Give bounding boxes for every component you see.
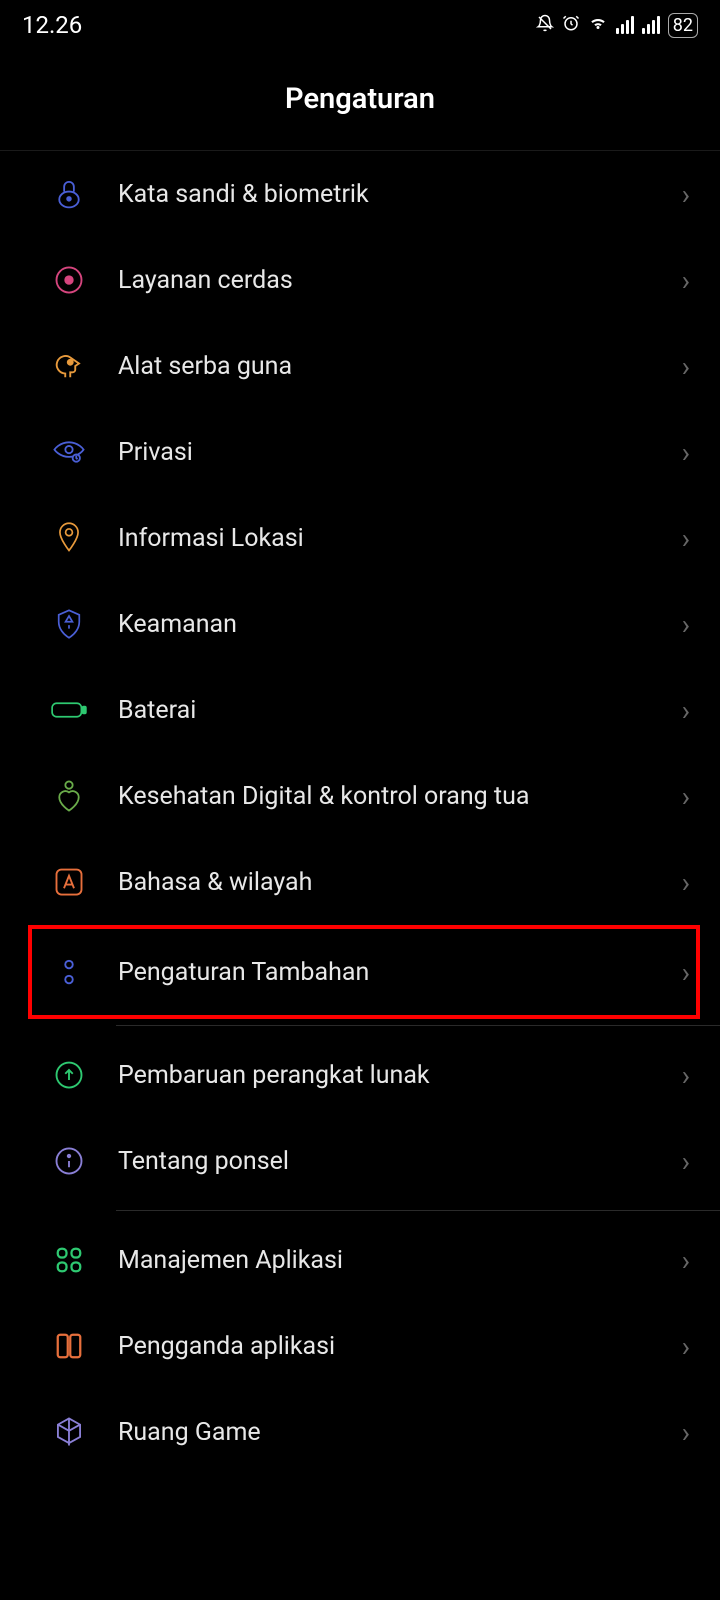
location-icon (50, 519, 88, 557)
bell-off-icon (536, 14, 554, 37)
chevron-right-icon: › (682, 866, 690, 899)
battery-indicator: 82 (668, 13, 698, 38)
settings-item-tools[interactable]: Alat serba guna › (0, 323, 720, 409)
chevron-right-icon: › (682, 608, 690, 641)
alarm-icon (562, 14, 580, 37)
status-icons: 82 (536, 13, 698, 38)
settings-item-privacy[interactable]: Privasi › (0, 409, 720, 495)
status-bar: 12.26 82 (0, 0, 720, 50)
settings-item-software-update[interactable]: Pembaruan perangkat lunak › (0, 1032, 720, 1118)
settings-item-password-biometric[interactable]: Kata sandi & biometrik › (0, 151, 720, 237)
divider (116, 1025, 720, 1026)
item-label: Informasi Lokasi (118, 524, 682, 553)
settings-item-app-management[interactable]: Manajemen Aplikasi › (0, 1217, 720, 1303)
settings-item-game-space[interactable]: Ruang Game › (0, 1389, 720, 1475)
settings-list: Kata sandi & biometrik › Layanan cerdas … (0, 151, 720, 1475)
record-icon (50, 261, 88, 299)
item-label: Tentang ponsel (118, 1147, 682, 1176)
item-label: Baterai (118, 696, 682, 725)
chevron-right-icon: › (682, 350, 690, 383)
item-label: Pembaruan perangkat lunak (118, 1061, 682, 1090)
chevron-right-icon: › (682, 1145, 690, 1178)
item-label: Alat serba guna (118, 352, 682, 381)
eye-icon (50, 433, 88, 471)
grid-icon (50, 1241, 88, 1279)
status-time: 12.26 (22, 11, 82, 39)
cube-icon (50, 1413, 88, 1451)
head-icon (50, 347, 88, 385)
settings-item-about-phone[interactable]: Tentang ponsel › (0, 1118, 720, 1204)
shield-icon (50, 605, 88, 643)
settings-item-app-cloner[interactable]: Pengganda aplikasi › (0, 1303, 720, 1389)
chevron-right-icon: › (682, 178, 690, 211)
heart-person-icon (50, 777, 88, 815)
item-label: Pengaturan Tambahan (118, 958, 682, 987)
chevron-right-icon: › (682, 1330, 690, 1363)
page-title: Pengaturan (0, 82, 720, 116)
wifi-icon (588, 14, 608, 37)
info-icon (50, 1142, 88, 1180)
item-label: Kesehatan Digital & kontrol orang tua (118, 782, 682, 811)
item-label: Pengganda aplikasi (118, 1332, 682, 1361)
letter-icon (50, 863, 88, 901)
dots-icon (50, 953, 88, 991)
chevron-right-icon: › (682, 522, 690, 555)
settings-item-additional-settings[interactable]: Pengaturan Tambahan › (28, 925, 700, 1019)
divider (116, 1210, 720, 1211)
item-label: Manajemen Aplikasi (118, 1246, 682, 1275)
chevron-right-icon: › (682, 1416, 690, 1449)
chevron-right-icon: › (682, 1244, 690, 1277)
settings-item-digital-wellbeing[interactable]: Kesehatan Digital & kontrol orang tua › (0, 753, 720, 839)
item-label: Ruang Game (118, 1418, 682, 1447)
signal-icon (616, 16, 634, 34)
chevron-right-icon: › (682, 1059, 690, 1092)
item-label: Kata sandi & biometrik (118, 180, 682, 209)
settings-item-language-region[interactable]: Bahasa & wilayah › (0, 839, 720, 925)
settings-item-battery[interactable]: Baterai › (0, 667, 720, 753)
settings-item-location[interactable]: Informasi Lokasi › (0, 495, 720, 581)
item-label: Keamanan (118, 610, 682, 639)
duplicate-icon (50, 1327, 88, 1365)
settings-item-security[interactable]: Keamanan › (0, 581, 720, 667)
chevron-right-icon: › (682, 780, 690, 813)
chevron-right-icon: › (682, 956, 690, 989)
settings-item-smart-services[interactable]: Layanan cerdas › (0, 237, 720, 323)
item-label: Privasi (118, 438, 682, 467)
page-header: Pengaturan (0, 50, 720, 151)
chevron-right-icon: › (682, 264, 690, 297)
update-icon (50, 1056, 88, 1094)
lock-icon (50, 175, 88, 213)
item-label: Layanan cerdas (118, 266, 682, 295)
signal-icon-2 (642, 16, 660, 34)
chevron-right-icon: › (682, 694, 690, 727)
item-label: Bahasa & wilayah (118, 868, 682, 897)
battery-icon (50, 691, 88, 729)
chevron-right-icon: › (682, 436, 690, 469)
